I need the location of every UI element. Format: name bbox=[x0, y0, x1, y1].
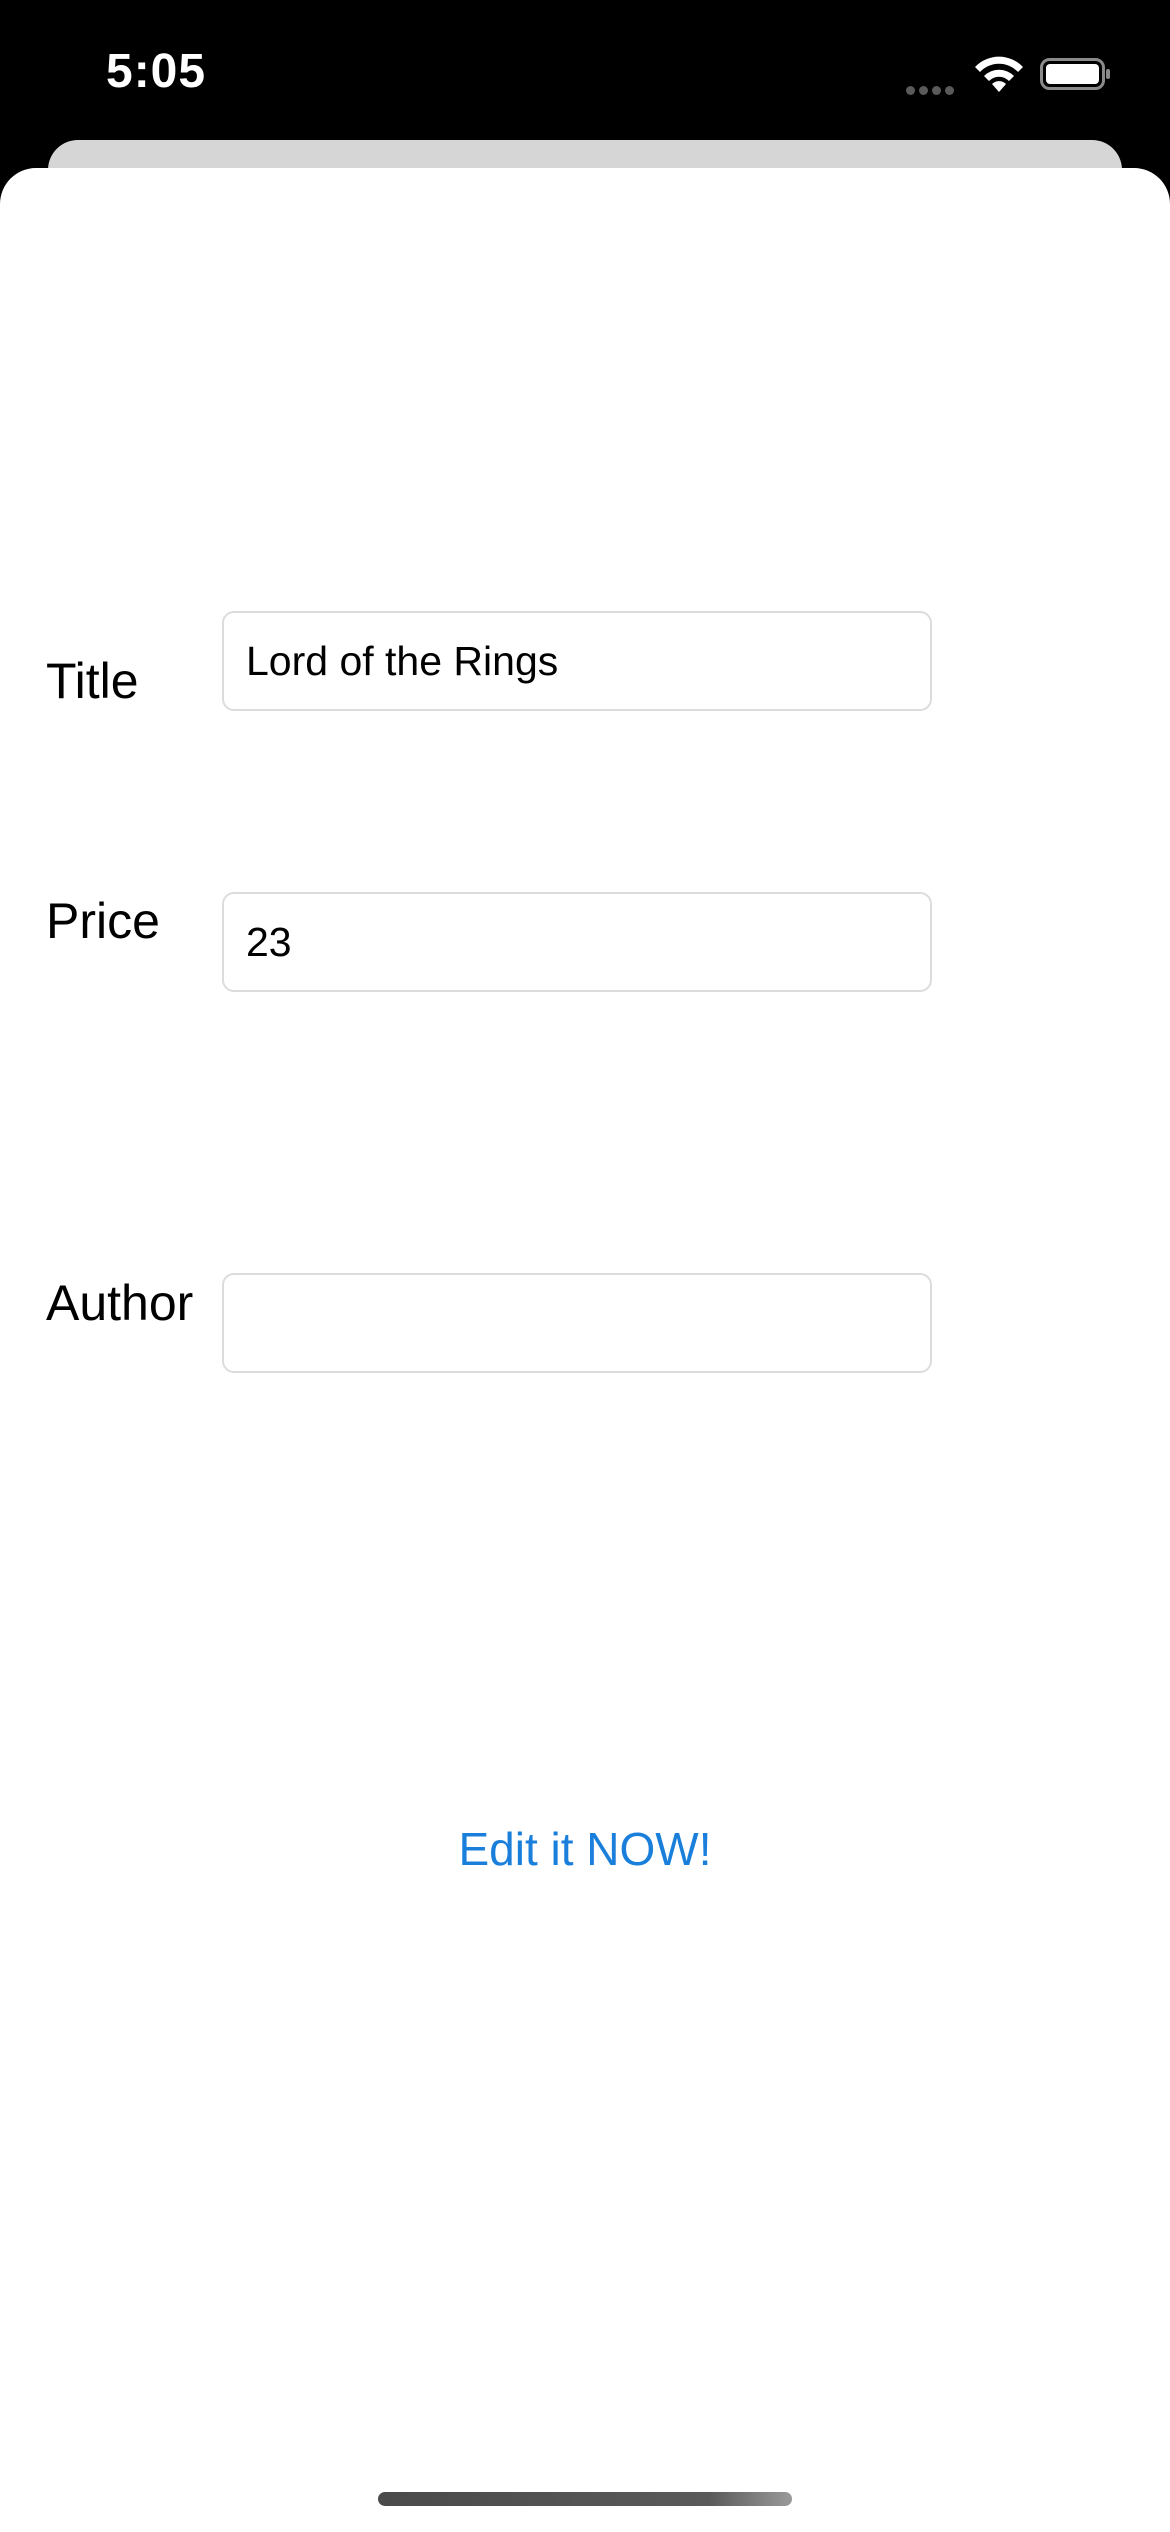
title-label: Title bbox=[46, 653, 139, 709]
price-field[interactable] bbox=[222, 892, 932, 992]
author-label: Author bbox=[46, 1275, 194, 1331]
modal-sheet: Title Price Author bbox=[0, 168, 1170, 2532]
home-indicator[interactable] bbox=[378, 2492, 792, 2506]
edit-now-button[interactable]: Edit it NOW! bbox=[0, 1822, 1170, 1876]
price-label: Price bbox=[46, 893, 160, 949]
battery-icon bbox=[1040, 58, 1110, 90]
author-field[interactable] bbox=[222, 1273, 932, 1373]
app-screen: 5:05 Title Price Author Edit it NOW! bbox=[0, 0, 1170, 2532]
status-bar: 5:05 bbox=[0, 0, 1170, 150]
wifi-icon bbox=[975, 56, 1023, 92]
title-field[interactable] bbox=[222, 611, 932, 711]
status-time: 5:05 bbox=[106, 45, 207, 98]
cellular-dots-icon bbox=[906, 82, 962, 95]
